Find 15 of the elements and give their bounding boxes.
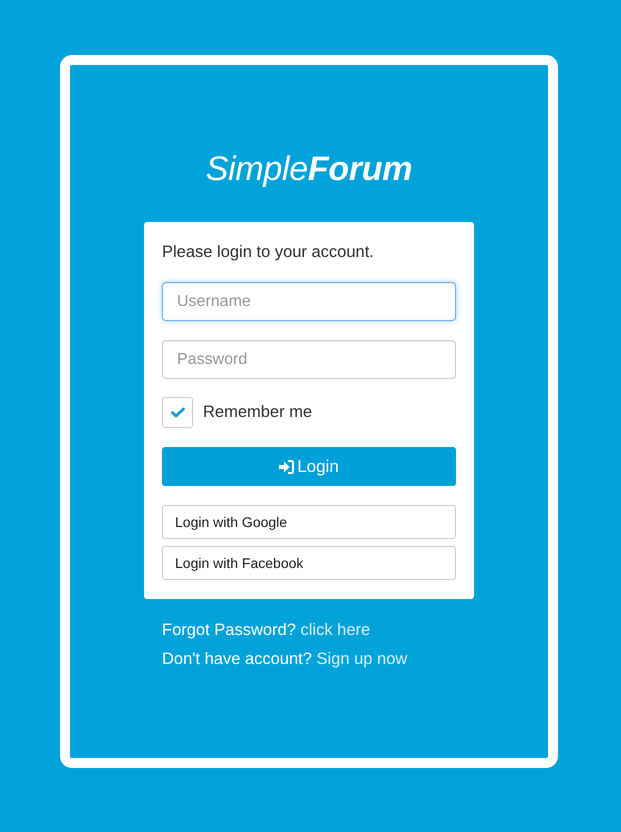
help-link[interactable]: click here [300,621,370,639]
help-text: Don't have account? Sign up now [162,649,408,670]
check-icon [170,407,184,418]
login-prompt: Please login to your account. [162,242,375,263]
remember-checkbox[interactable] [162,397,193,428]
help-link[interactable]: Sign up now [316,650,408,668]
password-field[interactable]: Password [162,340,456,379]
social-login-button[interactable]: Login with Facebook [162,546,456,580]
remember-label: Remember me [203,403,312,422]
social-login-button[interactable]: Login with Google [162,505,456,539]
login-arrow-icon [279,460,294,474]
help-text: Forgot Password? click here [162,620,370,641]
login-button[interactable]: Login [162,447,456,486]
logo: SimpleForum [206,149,412,190]
username-field[interactable]: Username [162,282,456,321]
